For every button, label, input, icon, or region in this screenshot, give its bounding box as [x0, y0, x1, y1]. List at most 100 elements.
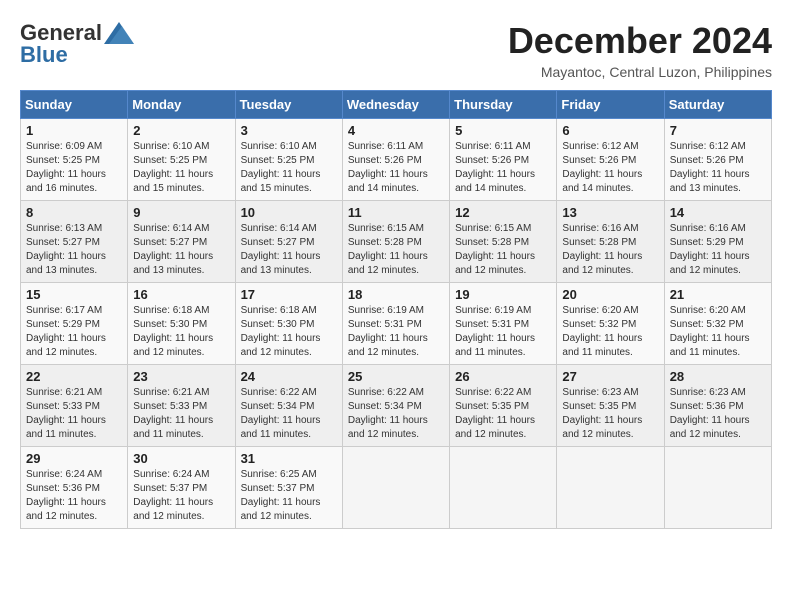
- col-friday: Friday: [557, 91, 664, 119]
- day-number: 31: [241, 451, 337, 466]
- calendar-header-row: Sunday Monday Tuesday Wednesday Thursday…: [21, 91, 772, 119]
- table-row: 25 Sunrise: 6:22 AM Sunset: 5:34 PM Dayli…: [342, 365, 449, 447]
- day-info: Sunrise: 6:15 AM Sunset: 5:28 PM Dayligh…: [455, 222, 551, 278]
- day-number: 15: [26, 287, 122, 302]
- day-number: 18: [348, 287, 444, 302]
- table-row: 20 Sunrise: 6:20 AM Sunset: 5:32 PM Dayli…: [557, 283, 664, 365]
- day-number: 9: [133, 205, 229, 220]
- day-number: 28: [670, 369, 766, 384]
- day-info: Sunrise: 6:18 AM Sunset: 5:30 PM Dayligh…: [241, 304, 337, 360]
- day-number: 12: [455, 205, 551, 220]
- table-row: 4Sunrise: 6:11 AM Sunset: 5:26 PM Daylig…: [342, 119, 449, 201]
- day-info: Sunrise: 6:24 AM Sunset: 5:36 PM Dayligh…: [26, 468, 122, 524]
- day-info: Sunrise: 6:14 AM Sunset: 5:27 PM Dayligh…: [133, 222, 229, 278]
- table-row: 19 Sunrise: 6:19 AM Sunset: 5:31 PM Dayli…: [450, 283, 557, 365]
- title-area: December 2024 Mayantoc, Central Luzon, P…: [508, 20, 772, 80]
- day-number: 19: [455, 287, 551, 302]
- day-number: 14: [670, 205, 766, 220]
- day-info: Sunrise: 6:13 AM Sunset: 5:27 PM Dayligh…: [26, 222, 122, 278]
- day-number: 27: [562, 369, 658, 384]
- day-number: 5: [455, 123, 551, 138]
- day-info: Sunrise: 6:15 AM Sunset: 5:28 PM Dayligh…: [348, 222, 444, 278]
- calendar-week-row: 8 Sunrise: 6:13 AM Sunset: 5:27 PM Daylig…: [21, 201, 772, 283]
- day-number: 25: [348, 369, 444, 384]
- day-info: Sunrise: 6:14 AM Sunset: 5:27 PM Dayligh…: [241, 222, 337, 278]
- table-row: 23 Sunrise: 6:21 AM Sunset: 5:33 PM Dayli…: [128, 365, 235, 447]
- table-row: 1Sunrise: 6:09 AM Sunset: 5:25 PM Daylig…: [21, 119, 128, 201]
- calendar-table: Sunday Monday Tuesday Wednesday Thursday…: [20, 90, 772, 529]
- day-info: Sunrise: 6:22 AM Sunset: 5:34 PM Dayligh…: [241, 386, 337, 442]
- table-row: 9 Sunrise: 6:14 AM Sunset: 5:27 PM Daylig…: [128, 201, 235, 283]
- table-row: [450, 447, 557, 529]
- day-info: Sunrise: 6:18 AM Sunset: 5:30 PM Dayligh…: [133, 304, 229, 360]
- day-number: 22: [26, 369, 122, 384]
- logo-icon: [104, 22, 134, 44]
- table-row: 10 Sunrise: 6:14 AM Sunset: 5:27 PM Dayli…: [235, 201, 342, 283]
- table-row: 21Sunrise: 6:20 AM Sunset: 5:32 PM Dayli…: [664, 283, 771, 365]
- table-row: 18 Sunrise: 6:19 AM Sunset: 5:31 PM Dayli…: [342, 283, 449, 365]
- calendar-week-row: 29Sunrise: 6:24 AM Sunset: 5:36 PM Dayli…: [21, 447, 772, 529]
- day-number: 7: [670, 123, 766, 138]
- table-row: 24Sunrise: 6:22 AM Sunset: 5:34 PM Dayli…: [235, 365, 342, 447]
- table-row: 12 Sunrise: 6:15 AM Sunset: 5:28 PM Dayli…: [450, 201, 557, 283]
- col-thursday: Thursday: [450, 91, 557, 119]
- table-row: 17Sunrise: 6:18 AM Sunset: 5:30 PM Dayli…: [235, 283, 342, 365]
- table-row: 7 Sunrise: 6:12 AM Sunset: 5:26 PM Daylig…: [664, 119, 771, 201]
- day-number: 16: [133, 287, 229, 302]
- table-row: 13Sunrise: 6:16 AM Sunset: 5:28 PM Dayli…: [557, 201, 664, 283]
- col-wednesday: Wednesday: [342, 91, 449, 119]
- table-row: 22Sunrise: 6:21 AM Sunset: 5:33 PM Dayli…: [21, 365, 128, 447]
- table-row: 15Sunrise: 6:17 AM Sunset: 5:29 PM Dayli…: [21, 283, 128, 365]
- day-info: Sunrise: 6:11 AM Sunset: 5:26 PM Dayligh…: [348, 140, 444, 196]
- day-number: 6: [562, 123, 658, 138]
- col-saturday: Saturday: [664, 91, 771, 119]
- day-info: Sunrise: 6:12 AM Sunset: 5:26 PM Dayligh…: [670, 140, 766, 196]
- day-number: 23: [133, 369, 229, 384]
- day-info: Sunrise: 6:24 AM Sunset: 5:37 PM Dayligh…: [133, 468, 229, 524]
- table-row: 2 Sunrise: 6:10 AM Sunset: 5:25 PM Daylig…: [128, 119, 235, 201]
- col-monday: Monday: [128, 91, 235, 119]
- table-row: 31Sunrise: 6:25 AM Sunset: 5:37 PM Dayli…: [235, 447, 342, 529]
- table-row: 6 Sunrise: 6:12 AM Sunset: 5:26 PM Daylig…: [557, 119, 664, 201]
- day-number: 30: [133, 451, 229, 466]
- day-number: 1: [26, 123, 122, 138]
- day-info: Sunrise: 6:23 AM Sunset: 5:36 PM Dayligh…: [670, 386, 766, 442]
- day-number: 8: [26, 205, 122, 220]
- day-info: Sunrise: 6:22 AM Sunset: 5:35 PM Dayligh…: [455, 386, 551, 442]
- table-row: 29Sunrise: 6:24 AM Sunset: 5:36 PM Dayli…: [21, 447, 128, 529]
- day-info: Sunrise: 6:19 AM Sunset: 5:31 PM Dayligh…: [348, 304, 444, 360]
- day-number: 3: [241, 123, 337, 138]
- day-info: Sunrise: 6:10 AM Sunset: 5:25 PM Dayligh…: [133, 140, 229, 196]
- logo: General Blue: [20, 20, 134, 68]
- table-row: 3 Sunrise: 6:10 AM Sunset: 5:25 PM Daylig…: [235, 119, 342, 201]
- day-info: Sunrise: 6:19 AM Sunset: 5:31 PM Dayligh…: [455, 304, 551, 360]
- day-info: Sunrise: 6:20 AM Sunset: 5:32 PM Dayligh…: [562, 304, 658, 360]
- day-info: Sunrise: 6:20 AM Sunset: 5:32 PM Dayligh…: [670, 304, 766, 360]
- table-row: 16 Sunrise: 6:18 AM Sunset: 5:30 PM Dayli…: [128, 283, 235, 365]
- day-info: Sunrise: 6:10 AM Sunset: 5:25 PM Dayligh…: [241, 140, 337, 196]
- page-header: General Blue December 2024 Mayantoc, Cen…: [20, 20, 772, 80]
- table-row: [342, 447, 449, 529]
- table-row: 8 Sunrise: 6:13 AM Sunset: 5:27 PM Daylig…: [21, 201, 128, 283]
- table-row: 11 Sunrise: 6:15 AM Sunset: 5:28 PM Dayli…: [342, 201, 449, 283]
- table-row: [557, 447, 664, 529]
- day-number: 11: [348, 205, 444, 220]
- calendar-week-row: 22 Sunrise: 6:21 AM Sunset: 5:33 PM Dayli…: [21, 365, 772, 447]
- month-title: December 2024: [508, 20, 772, 62]
- day-info: Sunrise: 6:22 AM Sunset: 5:34 PM Dayligh…: [348, 386, 444, 442]
- table-row: 26 Sunrise: 6:22 AM Sunset: 5:35 PM Dayli…: [450, 365, 557, 447]
- day-number: 13: [562, 205, 658, 220]
- day-number: 2: [133, 123, 229, 138]
- day-info: Sunrise: 6:12 AM Sunset: 5:26 PM Dayligh…: [562, 140, 658, 196]
- col-sunday: Sunday: [21, 91, 128, 119]
- day-info: Sunrise: 6:21 AM Sunset: 5:33 PM Dayligh…: [133, 386, 229, 442]
- day-number: 20: [562, 287, 658, 302]
- table-row: [664, 447, 771, 529]
- calendar-week-row: 1Sunrise: 6:09 AM Sunset: 5:25 PM Daylig…: [21, 119, 772, 201]
- day-number: 26: [455, 369, 551, 384]
- col-tuesday: Tuesday: [235, 91, 342, 119]
- calendar-week-row: 15Sunrise: 6:17 AM Sunset: 5:29 PM Dayli…: [21, 283, 772, 365]
- table-row: 27Sunrise: 6:23 AM Sunset: 5:35 PM Dayli…: [557, 365, 664, 447]
- table-row: 14Sunrise: 6:16 AM Sunset: 5:29 PM Dayli…: [664, 201, 771, 283]
- day-number: 10: [241, 205, 337, 220]
